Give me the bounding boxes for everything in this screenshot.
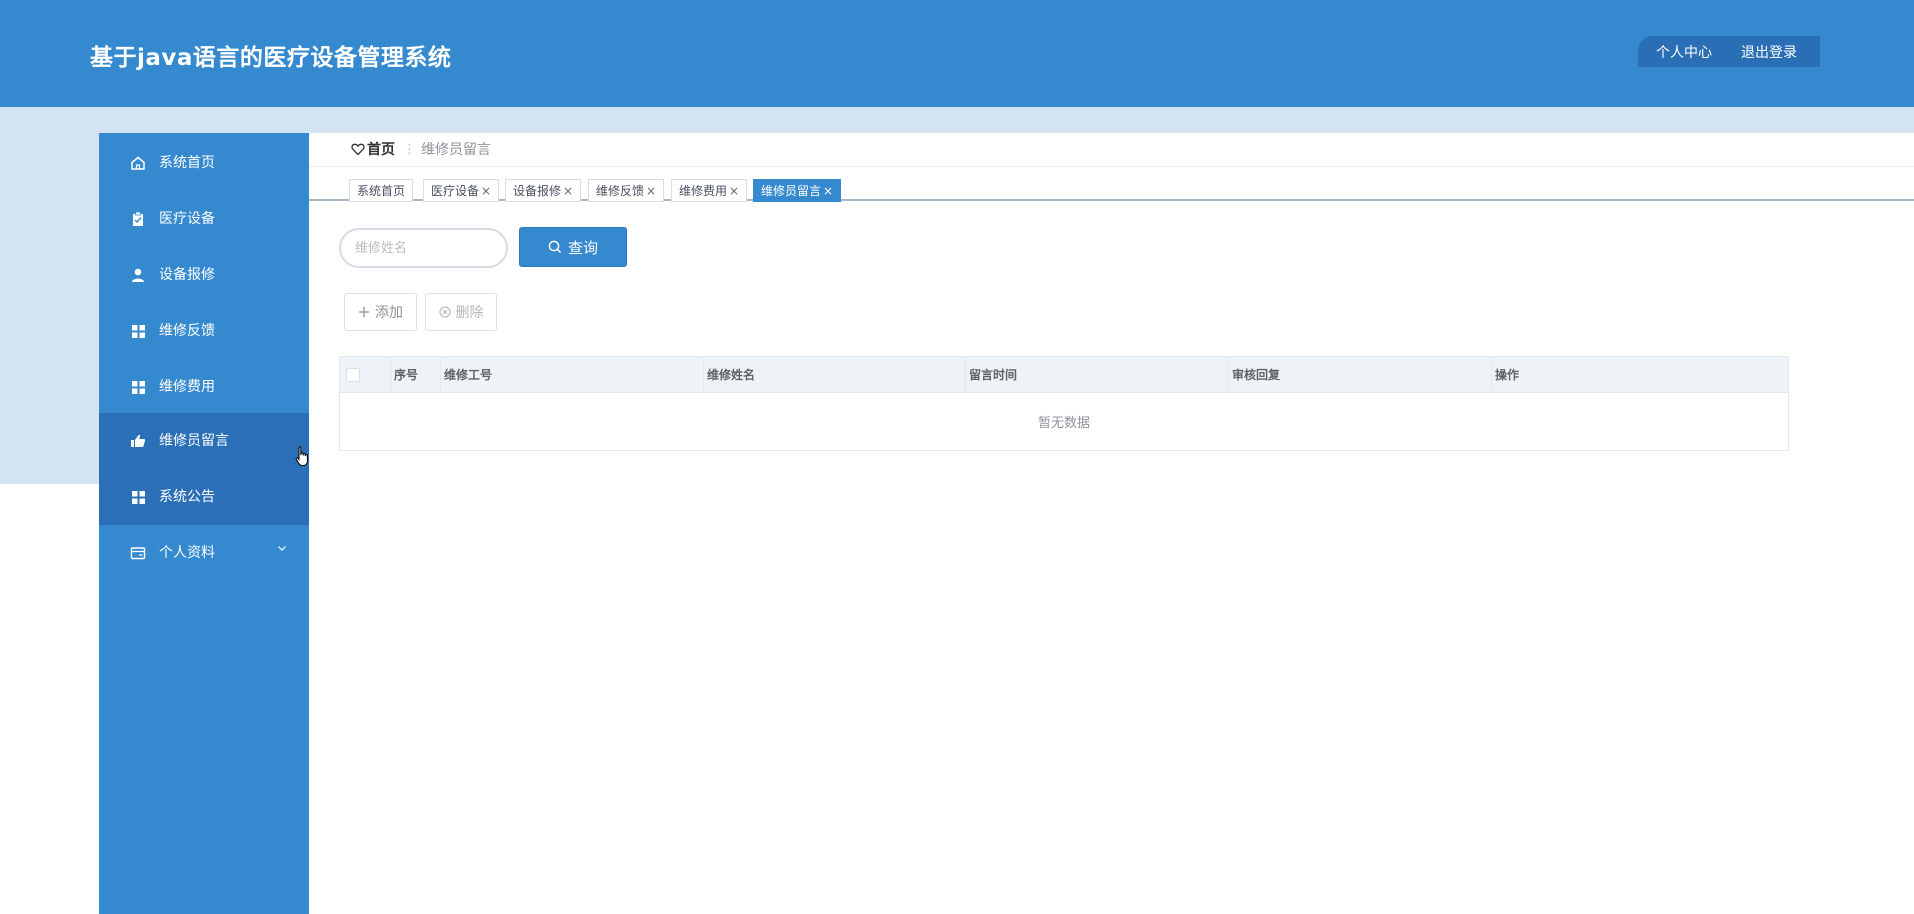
sidebar-item-label: 医疗设备 xyxy=(159,211,215,227)
sidebar-item-label: 维修员留言 xyxy=(159,433,229,449)
sidebar-item-profile[interactable]: 个人资料 xyxy=(99,525,309,581)
tab-label: 维修反馈 xyxy=(596,184,645,198)
grid-icon xyxy=(129,322,147,340)
sidebar-item-repairman-messages[interactable]: 维修员留言 xyxy=(99,413,309,469)
breadcrumb: 首页 ⋮ 维修员留言 xyxy=(309,133,1914,167)
card-icon xyxy=(129,544,147,562)
top-header: 基于java语言的医疗设备管理系统 个人中心 退出登录 xyxy=(0,0,1914,107)
sidebar-item-repair-cost[interactable]: 维修费用 xyxy=(99,359,309,415)
data-table: 序号 维修工号 维修姓名 留言时间 审核回复 操作 暂无数据 xyxy=(339,356,1789,451)
select-all-column xyxy=(340,357,391,393)
heart-icon xyxy=(351,142,365,160)
breadcrumb-current: 维修员留言 xyxy=(421,142,491,158)
sidebar-item-announcements[interactable]: 系统公告 xyxy=(99,469,309,525)
sidebar-item-label: 系统首页 xyxy=(159,155,215,171)
plus-icon xyxy=(358,306,370,318)
tab-label: 医疗设备 xyxy=(431,184,480,198)
close-icon[interactable]: × xyxy=(823,184,833,198)
breadcrumb-home[interactable]: 首页 xyxy=(367,141,395,159)
close-icon[interactable]: × xyxy=(729,184,739,198)
tab-repair-request[interactable]: 设备报修 × xyxy=(505,179,582,202)
sidebar-item-label: 系统公告 xyxy=(159,489,215,505)
breadcrumb-separator: ⋮ xyxy=(403,142,416,157)
repairman-name-search-input[interactable] xyxy=(339,228,508,268)
delete-button-label: 删除 xyxy=(455,305,484,321)
main-content: 首页 ⋮ 维修员留言 系统首页 医疗设备 × 设备报修 × 维修反馈 × 维修费用 × … xyxy=(309,133,1914,914)
search-icon xyxy=(548,240,562,254)
column-header[interactable]: 维修姓名 xyxy=(704,357,966,393)
tab-label: 系统首页 xyxy=(357,184,406,198)
sidebar-item-medical-equipment[interactable]: 医疗设备 xyxy=(99,191,309,247)
sidebar-item-label: 维修费用 xyxy=(159,379,215,395)
sidebar-item-repair-feedback[interactable]: 维修反馈 xyxy=(99,303,309,359)
thumb-up-icon xyxy=(129,432,147,450)
tab-label: 维修费用 xyxy=(679,184,728,198)
sidebar: 系统首页 医疗设备 设备报修 维修反馈 维修费用 维修员留言 系统公告 个人资料 xyxy=(99,133,309,914)
sidebar-item-label: 设备报修 xyxy=(159,267,215,283)
column-header[interactable]: 留言时间 xyxy=(966,357,1229,393)
column-header[interactable]: 维修工号 xyxy=(441,357,704,393)
logout-link[interactable]: 退出登录 xyxy=(1741,42,1797,62)
sidebar-item-repair-request[interactable]: 设备报修 xyxy=(99,247,309,303)
delete-button[interactable]: 删除 xyxy=(425,293,497,331)
search-button[interactable]: 查询 xyxy=(519,227,627,267)
circle-close-icon xyxy=(438,306,451,318)
column-header: 序号 xyxy=(391,357,441,393)
add-button-label: 添加 xyxy=(375,305,403,321)
table-header: 序号 维修工号 维修姓名 留言时间 审核回复 操作 xyxy=(340,357,1788,393)
sidebar-item-label: 个人资料 xyxy=(159,545,215,561)
tab-home[interactable]: 系统首页 xyxy=(349,179,414,202)
app-title: 基于java语言的医疗设备管理系统 xyxy=(90,45,452,71)
search-button-label: 查询 xyxy=(567,238,598,257)
close-icon[interactable]: × xyxy=(481,184,491,198)
top-actions: 个人中心 退出登录 xyxy=(1638,36,1820,67)
clipboard-icon xyxy=(129,210,147,228)
tab-repair-feedback[interactable]: 维修反馈 × xyxy=(588,179,665,202)
personal-center-link[interactable]: 个人中心 xyxy=(1656,42,1712,62)
empty-text: 暂无数据 xyxy=(1037,416,1090,431)
sidebar-item-home[interactable]: 系统首页 xyxy=(99,135,309,191)
select-all-checkbox[interactable] xyxy=(346,368,360,382)
tab-label: 维修员留言 xyxy=(761,184,822,198)
hand-pointer-icon xyxy=(295,446,311,472)
tab-medical-equipment[interactable]: 医疗设备 × xyxy=(423,179,500,202)
sidebar-item-label: 维修反馈 xyxy=(159,323,215,339)
tab-repairman-messages[interactable]: 维修员留言 × xyxy=(753,179,842,202)
chevron-down-icon[interactable] xyxy=(276,542,288,558)
tab-strip: 系统首页 医疗设备 × 设备报修 × 维修反馈 × 维修费用 × 维修员留言 × xyxy=(309,167,1914,202)
tab-label: 设备报修 xyxy=(513,184,562,198)
close-icon[interactable]: × xyxy=(646,184,656,198)
close-icon[interactable]: × xyxy=(563,184,573,198)
column-header[interactable]: 审核回复 xyxy=(1229,357,1492,393)
home-icon xyxy=(129,154,147,172)
grid-icon xyxy=(129,488,147,506)
tab-repair-cost[interactable]: 维修费用 × xyxy=(671,179,748,202)
grid-icon xyxy=(129,378,147,396)
column-header: 操作 xyxy=(1495,368,1520,382)
user-icon xyxy=(129,266,147,284)
empty-state: 暂无数据 xyxy=(340,393,1788,450)
add-button[interactable]: 添加 xyxy=(344,293,417,331)
